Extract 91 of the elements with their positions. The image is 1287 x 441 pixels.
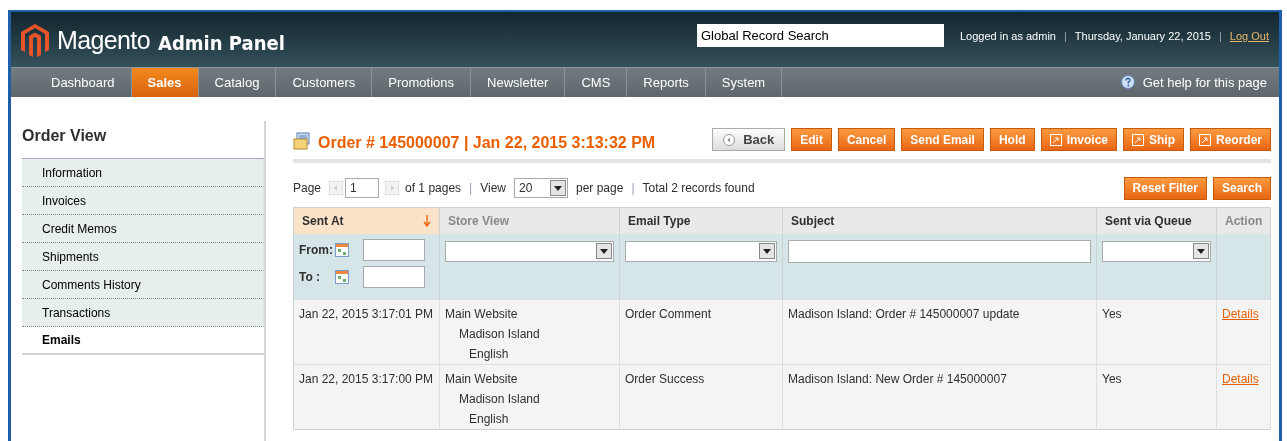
column-header[interactable]: Sent via Queue	[1096, 207, 1217, 234]
action-button[interactable]: Hold	[989, 128, 1035, 151]
table-cell: Order Comment	[625, 307, 712, 321]
text-field[interactable]	[788, 239, 1091, 263]
sidebar-item[interactable]: Credit Memos	[22, 215, 264, 243]
order-icon	[293, 131, 311, 150]
table-cell: Yes	[1102, 372, 1122, 386]
sidebar-item[interactable]: Comments History	[22, 271, 264, 299]
table-cell-text: Jan 22, 2015 3:17:00 PM	[299, 371, 434, 388]
calendar-icon[interactable]	[335, 242, 349, 257]
separator: |	[1063, 29, 1067, 44]
action-button[interactable]: Cancel	[837, 128, 896, 151]
website-label: Main Website	[445, 306, 519, 323]
logo-subtitle: Admin Panel	[157, 29, 285, 57]
date-label: Thursday, January 22, 2015	[1074, 29, 1211, 44]
logo-icon	[21, 23, 49, 58]
per-page-select[interactable]: 20	[514, 178, 568, 198]
table-cell: Madison Island: New Order # 145000007	[788, 372, 1007, 386]
separator: |	[469, 180, 473, 197]
select-field[interactable]	[445, 240, 614, 262]
separator: |	[631, 180, 635, 197]
column-header: Store View	[439, 207, 620, 234]
grid-button[interactable]: Search	[1212, 176, 1271, 200]
action-button[interactable]: Edit	[791, 128, 832, 151]
page-label: Page	[293, 180, 322, 197]
nav-tab[interactable]: CMS	[565, 67, 628, 97]
table-cell: Yes	[1102, 307, 1122, 321]
sidebar-item[interactable]: Invoices	[22, 187, 264, 215]
sidebar-title: Order View	[22, 126, 108, 146]
sort-arrow-icon	[423, 214, 431, 227]
nav-tab[interactable]: Sales	[131, 67, 199, 97]
help-icon	[1120, 75, 1135, 90]
store-label: Madison Island	[458, 391, 541, 408]
caret-icon	[763, 248, 771, 254]
action-button[interactable]: Invoice	[1040, 128, 1117, 151]
date-field[interactable]	[363, 265, 425, 288]
filter-label: From:	[299, 241, 334, 259]
grid-button[interactable]: Reset Filter	[1123, 176, 1207, 200]
action-button[interactable]: Reorder	[1190, 128, 1271, 151]
filter-label: To :	[299, 268, 322, 286]
next-page-icon[interactable]	[385, 181, 400, 195]
action-button[interactable]: Ship	[1123, 128, 1184, 151]
caret-icon	[554, 185, 562, 191]
table-cell-text: Jan 22, 2015 3:17:01 PM	[299, 306, 434, 323]
nav-tab[interactable]: Dashboard	[35, 67, 132, 97]
caret-icon	[1197, 248, 1205, 254]
search-field[interactable]: Global Record Search	[696, 24, 944, 47]
page-title: Order # 145000007 | Jan 22, 2015 3:13:32 PM	[318, 133, 656, 153]
user-label: Logged in as admin	[959, 29, 1056, 44]
sidebar-item[interactable]: Transactions	[22, 299, 264, 327]
nav-tab[interactable]: Reports	[627, 67, 706, 97]
nav-tab[interactable]: System	[705, 67, 783, 97]
export-icon	[1132, 133, 1144, 146]
table-cell: Madison Island: Order # 145000007 update	[788, 307, 1020, 321]
records-count: Total 2 records found	[642, 180, 755, 197]
store-label: Madison Island	[458, 326, 541, 343]
export-icon	[1199, 133, 1211, 146]
logout-link[interactable]: Log Out	[1229, 28, 1269, 45]
website-label: Main Website	[445, 371, 519, 388]
back-button[interactable]: Back	[712, 128, 786, 151]
nav-tab[interactable]: Newsletter	[471, 67, 566, 97]
nav-tab[interactable]: Catalog	[198, 67, 277, 97]
logo-text: Magento	[57, 25, 150, 56]
caret-icon	[600, 248, 608, 254]
previous-page-icon[interactable]	[329, 181, 344, 195]
select-field[interactable]	[1102, 240, 1211, 262]
action-button[interactable]: Send Email	[901, 128, 984, 151]
column-header[interactable]: Email Type	[619, 207, 783, 234]
sidebar-item[interactable]: Information	[22, 159, 264, 187]
date-field[interactable]	[363, 238, 425, 261]
select-field[interactable]	[625, 240, 777, 262]
back-icon	[723, 133, 736, 146]
nav-tab[interactable]: Customers	[276, 67, 373, 97]
page-field[interactable]: 1	[345, 178, 380, 198]
column-header[interactable]: Sent At	[293, 207, 440, 234]
column-header: Action	[1216, 207, 1271, 234]
table-cell: Order Success	[625, 372, 705, 386]
details-link[interactable]: Details	[1222, 372, 1259, 386]
store-view-label: English	[468, 346, 510, 363]
nav-tab[interactable]: Promotions	[372, 67, 471, 97]
page-count: of 1 pages	[405, 180, 462, 197]
column-header[interactable]: Subject	[782, 207, 1097, 234]
help-link[interactable]: Get help for this page	[1142, 72, 1267, 93]
details-link[interactable]: Details	[1222, 307, 1259, 321]
calendar-icon[interactable]	[335, 269, 349, 284]
per-page-label: per page	[576, 180, 624, 197]
sidebar-item[interactable]: Shipments	[22, 243, 264, 271]
view-label: View	[480, 180, 506, 197]
export-icon	[1049, 133, 1062, 146]
store-view-label: English	[468, 411, 510, 428]
separator: |	[1219, 29, 1222, 44]
